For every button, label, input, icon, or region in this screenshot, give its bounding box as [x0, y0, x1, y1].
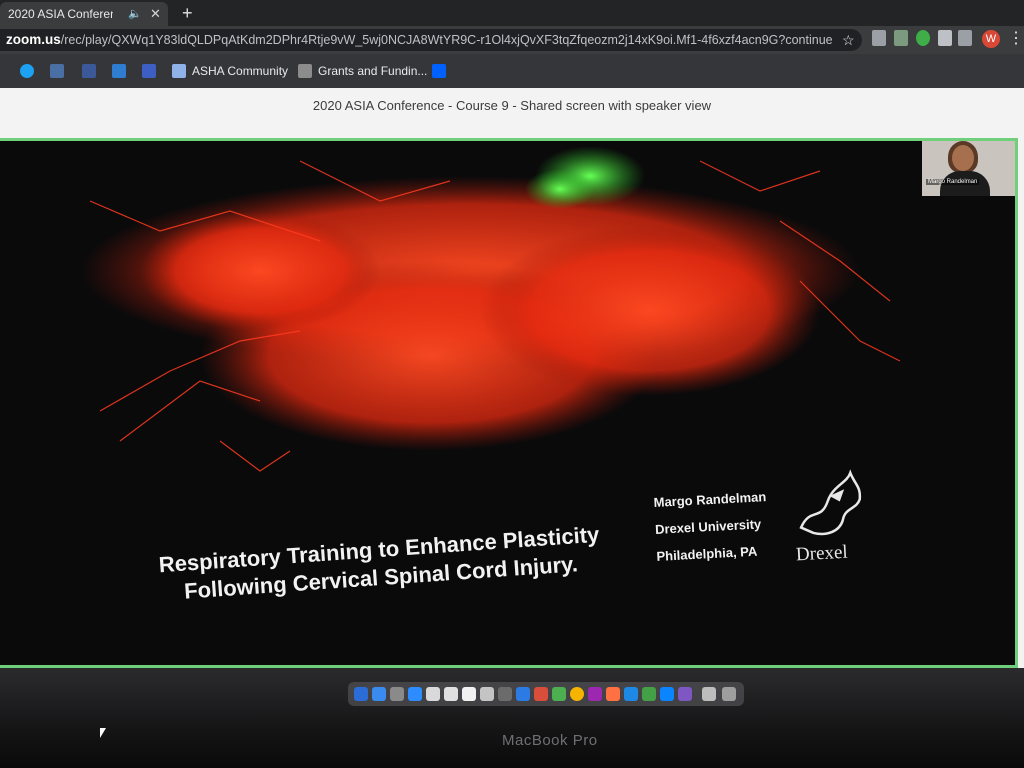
address-bar[interactable]: zoom.us/rec/play/QXWq1Y83ldQLDPqAtKdm2DP… — [0, 29, 862, 51]
url-path: /rec/play/QXWq1Y83ldQLDPqAtKdm2DPhr4Rtje… — [60, 33, 832, 47]
drexel-dragon-logo — [799, 469, 862, 536]
app-icon[interactable] — [642, 687, 656, 701]
browser-tab[interactable]: 2020 ASIA Conference - Co 🔈 ✕ — [0, 2, 168, 26]
app-icon[interactable] — [426, 687, 440, 701]
new-tab-button[interactable]: + — [182, 1, 193, 25]
dropbox-icon[interactable] — [432, 64, 446, 78]
speaker-face — [952, 145, 974, 171]
bookmark-icon[interactable] — [50, 64, 64, 78]
device-label: MacBook Pro — [502, 732, 598, 749]
extension-icon[interactable] — [894, 30, 908, 46]
mouse-cursor — [100, 728, 106, 738]
app-icon[interactable] — [516, 687, 530, 701]
shared-screen-frame[interactable]: Margo Randelman Respiratory Training to … — [0, 138, 1018, 668]
presenter-info: Margo Randelman Drexel University Philad… — [653, 483, 770, 570]
app-icon[interactable] — [498, 687, 512, 701]
speaker-icon[interactable]: 🔈 — [128, 2, 142, 26]
recording-title: 2020 ASIA Conference - Course 9 - Shared… — [312, 98, 712, 113]
folder-icon[interactable] — [702, 687, 716, 701]
app-icon[interactable] — [588, 687, 602, 701]
speaker-name-label: Margo Randelman — [926, 179, 980, 185]
bookmark-icon[interactable] — [112, 64, 126, 78]
chrome-icon[interactable] — [570, 687, 584, 701]
url-text[interactable]: zoom.us/rec/play/QXWq1Y83ldQLDPqAtKdm2DP… — [6, 29, 832, 51]
app-icon[interactable] — [390, 687, 404, 701]
app-icon[interactable] — [444, 687, 458, 701]
app-icon[interactable] — [606, 687, 620, 701]
twitter-icon[interactable] — [20, 64, 34, 78]
macos-dock — [348, 682, 744, 706]
browser-toolbar: zoom.us/rec/play/QXWq1Y83ldQLDPqAtKdm2DP… — [0, 26, 1024, 54]
bookmark-asha-community[interactable]: ASHA Community — [192, 62, 288, 80]
extension-icon[interactable] — [872, 30, 886, 46]
puzzle-icon[interactable] — [938, 30, 952, 46]
app-icon[interactable] — [534, 687, 548, 701]
asha-icon — [172, 64, 186, 78]
drexel-logo-text: Drexel — [795, 541, 849, 566]
finder-icon[interactable] — [354, 687, 368, 701]
zoom-icon[interactable] — [408, 687, 422, 701]
kebab-menu-icon[interactable]: ⋮ — [1008, 28, 1024, 50]
reading-list-icon[interactable] — [958, 30, 972, 46]
app-icon[interactable] — [480, 687, 494, 701]
safari-icon[interactable] — [372, 687, 386, 701]
evernote-icon[interactable] — [916, 30, 930, 46]
profile-avatar[interactable]: W — [982, 30, 1000, 48]
app-icon[interactable] — [678, 687, 692, 701]
speaker-video-thumbnail[interactable]: Margo Randelman — [922, 141, 1015, 196]
url-host: zoom.us — [6, 32, 61, 47]
folder-icon — [298, 64, 312, 78]
trash-icon[interactable] — [722, 687, 736, 701]
tab-title: 2020 ASIA Conference - Co — [8, 7, 113, 21]
bookmark-star-icon[interactable]: ☆ — [842, 29, 855, 51]
bookmark-icon[interactable] — [142, 64, 156, 78]
app-icon[interactable] — [552, 687, 566, 701]
app-icon[interactable] — [624, 687, 638, 701]
bookmark-grants-funding[interactable]: Grants and Fundin... — [318, 62, 427, 80]
zoom-recording-page: 2020 ASIA Conference - Course 9 - Shared… — [0, 88, 1024, 688]
tab-bar: 2020 ASIA Conference - Co 🔈 ✕ + — [0, 0, 1024, 26]
bookmarks-bar: ASHA Community Grants and Fundin... — [0, 54, 1024, 89]
app-icon[interactable] — [462, 687, 476, 701]
app-icon[interactable] — [660, 687, 674, 701]
facebook-icon[interactable] — [82, 64, 96, 78]
close-tab-icon[interactable]: ✕ — [150, 2, 161, 26]
